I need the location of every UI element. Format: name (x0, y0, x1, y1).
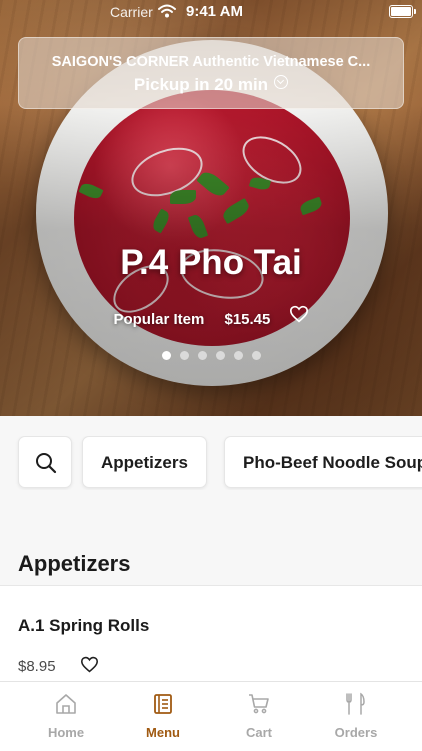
section-title: Appetizers (18, 551, 131, 576)
category-chip-pho-beef-noodle-soup[interactable]: Pho-Beef Noodle Soup (224, 436, 422, 488)
carousel-pagination[interactable] (0, 351, 422, 360)
category-chip-appetizers[interactable]: Appetizers (82, 436, 207, 488)
tab-label: Orders (334, 725, 378, 740)
menu-icon (154, 694, 172, 714)
pickup-time[interactable]: Pickup in 20 min (19, 75, 403, 95)
wifi-icon (158, 4, 176, 18)
carousel-dot[interactable] (179, 351, 189, 360)
featured-dish-price: $15.45 (224, 310, 271, 328)
tab-label: Menu (146, 725, 180, 740)
tab-orders[interactable]: Orders (307, 682, 405, 751)
carousel-dot[interactable] (215, 351, 225, 360)
search-icon (36, 453, 57, 474)
store-name: SAIGON'S CORNER Authentic Vietnamese C..… (51, 54, 371, 70)
bottom-tab-bar: Home Menu Cart Orders (0, 681, 422, 751)
pickup-time-label: Pickup in 20 min (133, 75, 269, 94)
battery-icon (389, 5, 416, 18)
home-icon (56, 694, 76, 714)
tab-cart[interactable]: Cart (210, 682, 308, 751)
orders-icon (346, 692, 365, 715)
status-bar: Carrier 9:41 AM (0, 0, 422, 24)
tab-label: Home (47, 725, 85, 740)
status-time: 9:41 AM (186, 3, 243, 20)
carousel-dot[interactable] (161, 351, 171, 360)
carrier-label: Carrier (110, 4, 153, 20)
featured-dish-title: P.4 Pho Tai (120, 243, 302, 282)
search-button[interactable] (18, 436, 72, 488)
menu-item[interactable]: A.1 Spring Rolls $8.95 (0, 586, 422, 682)
tab-menu[interactable]: Menu (114, 682, 212, 751)
popular-badge: Popular Item (113, 310, 205, 328)
chevron-down-icon (274, 75, 289, 89)
menu-item-price: $8.95 (18, 658, 56, 675)
carousel-dot[interactable] (251, 351, 261, 360)
heart-icon[interactable] (80, 656, 99, 673)
carousel-dot[interactable] (233, 351, 243, 360)
category-bar: Appetizers Pho-Beef Noodle Soup (0, 436, 422, 490)
tab-home[interactable]: Home (17, 682, 115, 751)
store-pickup-selector[interactable]: SAIGON'S CORNER Authentic Vietnamese C..… (18, 37, 404, 109)
tab-label: Cart (245, 725, 272, 740)
cart-icon (249, 694, 269, 714)
carousel-dot[interactable] (197, 351, 207, 360)
featured-dish-meta: Popular Item $15.45 (0, 305, 422, 328)
menu-item-name: A.1 Spring Rolls (18, 616, 150, 635)
heart-icon[interactable] (289, 305, 309, 323)
hero-banner[interactable]: Carrier 9:41 AM SAIGON'S CORNER Authenti… (0, 0, 422, 416)
